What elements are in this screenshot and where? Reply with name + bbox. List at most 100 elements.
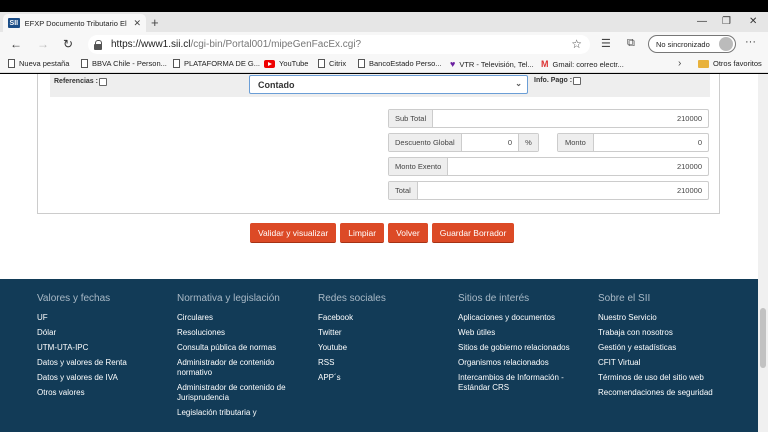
lock-icon[interactable] (94, 39, 103, 50)
footer-link[interactable]: Administrador de contenido de Jurisprude… (177, 383, 303, 403)
bookmark-otros-favoritos[interactable]: Otros favoritos (698, 59, 762, 68)
window-close-icon[interactable]: ✕ (749, 16, 757, 27)
reload-icon[interactable]: ↻ (63, 37, 73, 51)
footer-link[interactable]: Dólar (37, 328, 167, 338)
tab-title: EFXP Documento Tributario Electr (24, 18, 128, 28)
forward-arrow-icon[interactable]: → (37, 37, 49, 51)
footer-link[interactable]: Resoluciones (177, 328, 303, 338)
more-menu-icon[interactable]: ··· (745, 36, 756, 48)
guardar-borrador-button[interactable]: Guardar Borrador (431, 223, 515, 243)
favorite-star-icon[interactable]: ☆ (571, 37, 582, 51)
tab-strip: SII EFXP Documento Tributario Electr ✕ +… (0, 12, 768, 32)
footer-link[interactable]: Legislación tributaria y (177, 408, 303, 418)
footer-link[interactable]: Términos de uso del sitio web (598, 373, 738, 383)
volver-button[interactable]: Volver (388, 223, 428, 243)
site-footer: Valores y fechas UF Dólar UTM-UTA-IPC Da… (0, 279, 758, 432)
collections-icon[interactable]: ⧉ (627, 37, 635, 50)
favorites-list-icon[interactable]: ☰ (601, 37, 611, 50)
total-field[interactable]: 210000 (418, 182, 708, 199)
minimize-icon[interactable]: — (697, 16, 707, 27)
page-scrollbar[interactable] (758, 74, 768, 432)
validar-visualizar-button[interactable]: Validar y visualizar (250, 223, 337, 243)
back-arrow-icon[interactable]: ← (10, 37, 22, 51)
monto-label: Monto (558, 134, 594, 151)
bookmark-vtr[interactable]: ♥ VTR - Televisión, Tel... (450, 59, 534, 69)
footer-link[interactable]: Administrador de contenido normativo (177, 358, 303, 378)
bookmark-gmail[interactable]: M Gmail: correo electr... (541, 59, 624, 69)
chevron-down-icon: ⌄ (515, 79, 522, 88)
url-field[interactable]: https://www1.sii.cl/cgi-bin/Portal001/mi… (88, 35, 590, 54)
subtotal-field[interactable]: 210000 (433, 110, 708, 127)
referencias-checkbox[interactable] (98, 78, 107, 86)
screen-top-bar (0, 0, 768, 12)
footer-link[interactable]: Otros valores (37, 388, 167, 398)
restore-icon[interactable]: ❐ (722, 16, 731, 27)
footer-link[interactable]: Circulares (177, 313, 303, 323)
monto-exento-row: Monto Exento 210000 (388, 157, 709, 176)
bookmark-bbva[interactable]: BBVA Chile - Person... (81, 59, 167, 68)
footer-link[interactable]: Datos y valores de IVA (37, 373, 167, 383)
footer-link[interactable]: Organismos relacionados (458, 358, 588, 368)
bookmark-bancoestado[interactable]: BancoEstado Perso... (358, 59, 442, 68)
footer-col-title: Redes sociales (318, 293, 386, 304)
descuento-label: Descuento Global (389, 134, 462, 151)
payment-strip: Referencias : Contado ⌄ Info. Pago : (50, 74, 710, 97)
footer-link[interactable]: Datos y valores de Renta (37, 358, 167, 368)
sync-label: No sincronizado (656, 39, 710, 49)
page-icon (8, 59, 15, 68)
bookmark-nueva-pestana[interactable]: Nueva pestaña (8, 59, 69, 68)
footer-link[interactable]: APP´s (318, 373, 438, 383)
footer-link[interactable]: Gestión y estadísticas (598, 343, 738, 353)
address-bar: ← → ↻ https://www1.sii.cl/cgi-bin/Portal… (0, 32, 768, 56)
subtotal-row: Sub Total 210000 (388, 109, 709, 128)
info-pago-checkbox[interactable] (573, 77, 582, 85)
url-host: https://www1.sii.cl (111, 39, 191, 50)
monto-row: Monto 0 (557, 133, 709, 152)
footer-col-title: Valores y fechas (37, 293, 111, 304)
browser-tab[interactable]: SII EFXP Documento Tributario Electr ✕ (3, 14, 146, 32)
bookmark-youtube[interactable]: YouTube (264, 59, 308, 68)
footer-link[interactable]: UTM-UTA-IPC (37, 343, 167, 353)
folder-icon (698, 59, 709, 68)
footer-col-sitios: Sitios de interés Aplicaciones y documen… (458, 293, 588, 398)
referencias-label: Referencias : (54, 78, 107, 86)
page-icon (81, 59, 88, 68)
footer-col-normativa: Normativa y legislación Circulares Resol… (177, 293, 303, 423)
info-pago-label: Info. Pago : (534, 77, 582, 85)
url-path: /cgi-bin/Portal001/mipeGenFacEx.cgi? (190, 39, 362, 50)
vtr-icon: ♥ (450, 59, 456, 69)
tab-close-icon[interactable]: ✕ (133, 18, 141, 29)
footer-col-title: Sitios de interés (458, 293, 530, 304)
total-row: Total 210000 (388, 181, 709, 200)
footer-link[interactable]: UF (37, 313, 167, 323)
chevron-right-icon[interactable]: › (678, 58, 681, 69)
footer-link[interactable]: Aplicaciones y documentos (458, 313, 588, 323)
page-icon (318, 59, 325, 68)
footer-link[interactable]: Facebook (318, 313, 438, 323)
profile-sync-button[interactable]: No sincronizado (648, 35, 736, 53)
gmail-icon: M (541, 59, 549, 69)
new-tab-icon[interactable]: + (151, 15, 159, 30)
footer-link[interactable]: Twitter (318, 328, 438, 338)
monto-field[interactable]: 0 (594, 134, 708, 151)
monto-exento-field[interactable]: 210000 (448, 158, 708, 175)
footer-link[interactable]: Intercambios de Información - Estándar C… (458, 373, 588, 393)
bookmark-citrix[interactable]: Citrix (318, 59, 346, 68)
descuento-field[interactable]: 0 (462, 134, 518, 151)
footer-link[interactable]: Web útiles (458, 328, 588, 338)
forma-pago-select[interactable]: Contado ⌄ (249, 75, 528, 94)
footer-link[interactable]: CFIT Virtual (598, 358, 738, 368)
page-icon (173, 59, 180, 68)
footer-link[interactable]: Sitios de gobierno relacionados (458, 343, 588, 353)
action-buttons: Validar y visualizar Limpiar Volver Guar… (250, 223, 515, 243)
footer-link[interactable]: Consulta pública de normas (177, 343, 303, 353)
footer-link[interactable]: Youtube (318, 343, 438, 353)
footer-link[interactable]: RSS (318, 358, 438, 368)
footer-link[interactable]: Recomendaciones de seguridad (598, 388, 738, 398)
footer-link[interactable]: Trabaja con nosotros (598, 328, 738, 338)
footer-link[interactable]: Nuestro Servicio (598, 313, 738, 323)
limpiar-button[interactable]: Limpiar (340, 223, 385, 243)
bookmark-plataforma[interactable]: PLATAFORMA DE G... (173, 59, 260, 68)
scrollbar-thumb[interactable] (760, 308, 766, 368)
descuento-row: Descuento Global 0 % (388, 133, 539, 152)
